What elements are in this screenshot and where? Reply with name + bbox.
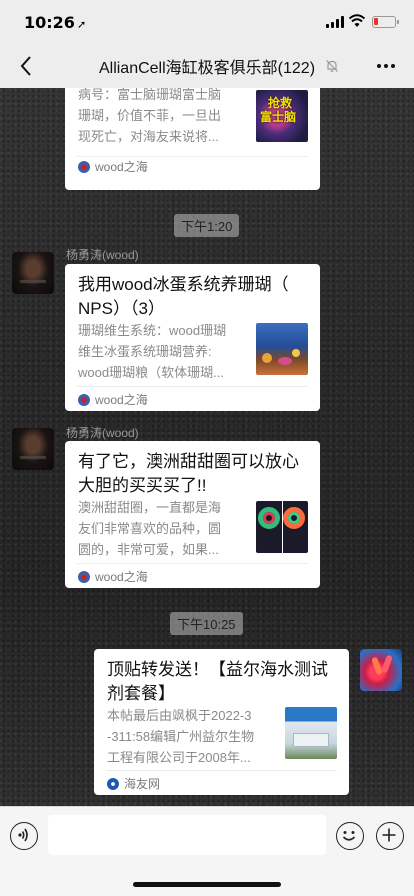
location-icon: ➚ <box>76 18 87 31</box>
link-card[interactable]: 有了它，澳洲甜甜圈可以放心 大胆的买买买了!! 澳洲甜甜圈，一直都是海 友们非常… <box>65 441 320 588</box>
card-title-line: 我用wood冰蛋系统养珊瑚（ <box>78 275 289 294</box>
source-name: wood之海 <box>95 570 148 584</box>
thumb-text: 富士脑 <box>260 110 297 124</box>
card-title-line: 有了它，澳洲甜甜圈可以放心 <box>78 452 299 471</box>
source-name: wood之海 <box>95 160 148 174</box>
chat-area[interactable]: 士脑 病号：富士脑珊瑚富士脑 珊瑚，价值不菲，一旦出 现死亡，对海友来说将...… <box>0 88 414 806</box>
back-button[interactable] <box>14 54 38 78</box>
card-thumbnail <box>256 323 308 375</box>
divider <box>77 563 308 564</box>
desc-line: wood珊瑚粮（软体珊瑚... <box>78 365 224 380</box>
link-card[interactable]: 士脑 病号：富士脑珊瑚富士脑 珊瑚，价值不菲，一旦出 现死亡，对海友来说将...… <box>65 88 320 190</box>
time-text: 10:26 <box>24 13 75 32</box>
desc-line: 友们非常喜欢的品种，圆 <box>78 521 222 536</box>
divider <box>77 156 308 157</box>
bell-off-icon <box>326 60 338 72</box>
desc-line: 工程有限公司于2008年... <box>107 750 251 765</box>
source-name: 海友网 <box>124 777 161 791</box>
chat-title: AllianCell海缸极客俱乐部(122) <box>98 60 316 77</box>
time-separator: 下午10:25 <box>170 612 243 635</box>
chat-header: AllianCell海缸极客俱乐部(122) <box>0 44 414 88</box>
more-actions-button[interactable] <box>376 822 404 850</box>
avatar[interactable] <box>12 428 54 470</box>
emoji-button[interactable] <box>336 822 364 850</box>
desc-line: 本帖最后由飒枫于2022-3 <box>107 708 252 723</box>
desc-line: 澳洲甜甜圈，一直都是海 <box>78 500 222 515</box>
link-card[interactable]: 顶贴转发送！【益尔海水测试 剂套餐】 本帖最后由飒枫于2022-3 -311:5… <box>94 649 349 795</box>
desc-line: -311:58编辑广州益尔生物 <box>107 729 255 744</box>
home-indicator[interactable] <box>133 882 281 887</box>
avatar[interactable] <box>12 252 54 294</box>
plus-icon <box>382 828 396 842</box>
card-title-line: 剂套餐】 <box>107 684 175 703</box>
sender-name: 杨勇涛(wood) <box>66 248 139 262</box>
status-bar: 10:26 ➚ <box>0 0 414 44</box>
time-separator: 下午1:20 <box>174 214 240 237</box>
haiyou-logo-icon <box>107 777 119 790</box>
desc-line: 病号：富士脑珊瑚富士脑 <box>78 88 222 102</box>
battery-icon <box>372 16 399 28</box>
cellular-signal-icon <box>326 16 344 28</box>
desc-line: 维生冰蛋系统珊瑚营养: <box>78 344 212 359</box>
more-button[interactable] <box>374 56 398 76</box>
status-time: 10:26 ➚ <box>24 13 86 32</box>
voice-input-button[interactable] <box>10 822 38 850</box>
desc-line: 圆的，非常可爱，如果... <box>78 542 219 557</box>
card-description: 本帖最后由飒枫于2022-3 -311:58编辑广州益尔生物 工程有限公司于20… <box>107 705 281 768</box>
desc-line: 现死亡，对海友来说将... <box>78 129 219 144</box>
wifi-icon <box>348 14 366 27</box>
wood-sea-logo-icon <box>78 570 90 583</box>
card-thumbnail <box>285 707 337 759</box>
thumb-text: 抢救 <box>268 96 293 110</box>
card-title: 我用wood冰蛋系统养珊瑚（ NPS）（3） <box>78 273 310 321</box>
card-thumbnail <box>256 501 308 553</box>
card-source: 海友网 <box>107 775 160 792</box>
divider <box>106 770 337 771</box>
link-card[interactable]: 我用wood冰蛋系统养珊瑚（ NPS）（3） 珊瑚维生系统：wood珊瑚 维生冰… <box>65 264 320 411</box>
card-description: 珊瑚维生系统：wood珊瑚 维生冰蛋系统珊瑚营养: wood珊瑚粮（软体珊瑚..… <box>78 320 250 383</box>
voice-icon <box>18 828 29 842</box>
sender-name: 杨勇涛(wood) <box>66 426 139 440</box>
card-description: 澳洲甜甜圈，一直都是海 友们非常喜欢的品种，圆 圆的，非常可爱，如果... <box>78 497 250 560</box>
message-input[interactable] <box>48 815 326 855</box>
card-source: wood之海 <box>78 158 148 175</box>
wood-sea-logo-icon <box>78 393 90 406</box>
card-title: 顶贴转发送！【益尔海水测试 剂套餐】 <box>107 658 343 706</box>
card-description: 病号：富士脑珊瑚富士脑 珊瑚，价值不菲，一旦出 现死亡，对海友来说将... <box>78 88 250 147</box>
card-source: wood之海 <box>78 568 148 585</box>
card-title-line: NPS）（3） <box>78 299 165 318</box>
card-source: wood之海 <box>78 391 148 408</box>
avatar[interactable] <box>360 649 402 691</box>
card-title-line: 顶贴转发送！【益尔海水测试 <box>107 660 328 679</box>
divider <box>77 386 308 387</box>
wood-sea-logo-icon <box>78 160 90 173</box>
desc-line: 珊瑚维生系统：wood珊瑚 <box>78 323 227 338</box>
smiley-icon <box>343 831 356 841</box>
source-name: wood之海 <box>95 393 148 407</box>
desc-line: 珊瑚，价值不菲，一旦出 <box>78 108 222 123</box>
chevron-left-icon <box>20 56 31 76</box>
card-title: 有了它，澳洲甜甜圈可以放心 大胆的买买买了!! <box>78 450 314 498</box>
card-thumbnail: 抢救 富士脑 <box>256 90 308 142</box>
card-title-line: 大胆的买买买了!! <box>78 476 207 495</box>
